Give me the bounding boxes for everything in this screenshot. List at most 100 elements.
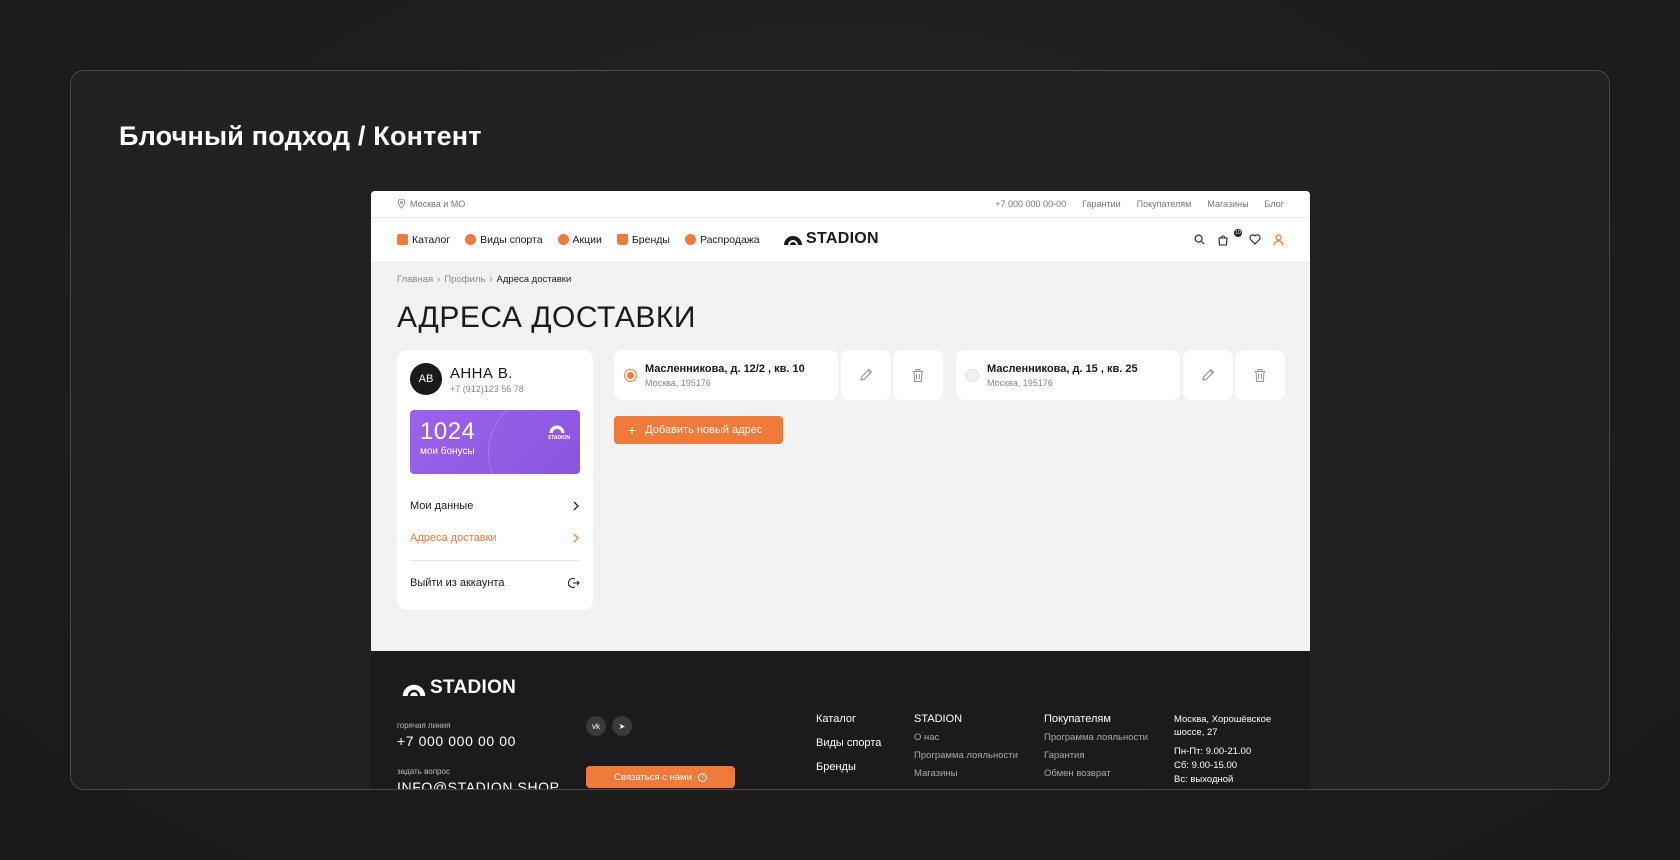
user-name: АННА В. [450, 364, 513, 382]
trash-icon [1254, 368, 1266, 382]
top-link-blog[interactable]: Блог [1265, 199, 1284, 209]
nav-label: Бренды [631, 233, 670, 246]
user-phone: +7 (912)123 56 78 [450, 383, 524, 394]
nav-item-promos[interactable]: Акции [557, 233, 602, 246]
delete-button[interactable] [893, 350, 943, 400]
edit-button[interactable] [1183, 350, 1233, 400]
logo-mark-icon [402, 684, 426, 696]
hours-line: Пн-Пт: 9.00-21.00 [1174, 746, 1252, 757]
logout-icon [568, 577, 580, 589]
contact-button-label: Связаться с нами [614, 771, 692, 783]
footer-link[interactable]: Виды спорта [816, 737, 881, 749]
top-link-buyers[interactable]: Покупателям [1137, 199, 1192, 209]
radio-unselected[interactable] [966, 368, 979, 382]
percent-icon [557, 234, 569, 245]
address-card[interactable]: Масленникова, д. 15 , кв. 25 Москва, 195… [956, 350, 1180, 400]
store-address: Москва, Хорошёвское шоссе, 27 [1174, 714, 1272, 738]
hotline-label: горячая линия [397, 721, 451, 730]
menu-label: Выйти из аккаунта [410, 577, 505, 589]
heart-icon[interactable] [1249, 234, 1261, 245]
address-card[interactable]: Масленникова, д. 12/2 , кв. 10 Москва, 1… [614, 350, 838, 400]
menu-my-data[interactable]: Мои данные [410, 490, 580, 522]
cart-icon[interactable]: 10 [1217, 228, 1242, 246]
footer-logo[interactable]: STADION [401, 677, 516, 699]
footer-logo-text: STADION [430, 677, 517, 698]
footer-link[interactable]: О нас [914, 732, 1018, 743]
nav-label: Акции [572, 233, 602, 246]
top-bar: Москва и МО +7 000 000 00-00 Гарантии По… [371, 191, 1310, 218]
footer-col-heading: Покупателям [1044, 713, 1111, 725]
nav-item-catalog[interactable]: Каталог [397, 234, 450, 246]
bonus-label: мои бонусы [420, 446, 475, 457]
menu-label: Мои данные [410, 500, 474, 512]
menu-label: Адреса доставки [410, 532, 497, 544]
chevron-right-icon [573, 533, 579, 543]
support-email[interactable]: INFO@STADION.SHOP [397, 779, 560, 789]
nav-label: Виды спорта [480, 233, 543, 246]
trash-icon [912, 368, 924, 382]
location-label: Москва и МО [410, 199, 466, 209]
address-title: Масленникова, д. 12/2 , кв. 10 [645, 362, 805, 375]
pin-icon [397, 199, 406, 209]
footer-col-stadion: STADION О нас Программа лояльности Магаз… [914, 713, 1018, 786]
crown-icon [616, 234, 628, 245]
add-address-button[interactable]: + Добавить новый адрес [614, 416, 783, 444]
footer-link[interactable]: Программа лояльности [1044, 732, 1148, 743]
nav-item-sale[interactable]: Распродажа [684, 233, 760, 246]
catalog-icon [397, 234, 408, 245]
delete-button[interactable] [1235, 350, 1285, 400]
footer-link[interactable]: Программа лояльности [914, 750, 1018, 761]
footer-link[interactable]: Каталог [816, 713, 881, 725]
top-link-stores[interactable]: Магазины [1207, 199, 1248, 209]
pencil-icon [1202, 368, 1215, 381]
bonus-value: 1024 [420, 418, 476, 445]
nav-label: Каталог [412, 233, 451, 246]
search-icon[interactable] [1194, 234, 1205, 245]
edit-button[interactable] [841, 350, 891, 400]
address-city: Москва, 195176 [987, 377, 1053, 388]
user-info: АВ АННА В. +7 (912)123 56 78 [410, 363, 580, 395]
address-title: Масленникова, д. 15 , кв. 25 [987, 362, 1138, 375]
chevron-right-icon: › [489, 274, 493, 285]
hours-line: Сб: 9.00-15.00 [1174, 760, 1238, 771]
add-address-label: Добавить новый адрес [645, 424, 763, 436]
bonus-logo: STADION [548, 423, 570, 441]
telegram-icon[interactable]: ➤ [612, 716, 632, 736]
hotline-phone[interactable]: +7 000 000 00 00 [397, 733, 560, 749]
radio-selected[interactable] [624, 368, 637, 382]
footer-link[interactable]: Бренды [816, 761, 881, 773]
hours-line: Вс: выходной [1174, 774, 1234, 785]
user-icon[interactable] [1273, 233, 1284, 246]
menu-addresses[interactable]: Адреса доставки [410, 522, 580, 554]
site-logo[interactable]: STADION [783, 230, 879, 248]
logo-text: STADION [806, 230, 879, 247]
nav-label: Распродажа [699, 233, 760, 246]
profile-card: АВ АННА В. +7 (912)123 56 78 1024 мои бо… [397, 350, 593, 610]
footer-col-buyers: Покупателям Программа лояльности Гаранти… [1044, 713, 1148, 786]
footer-col-catalog: Каталог Виды спорта Бренды [816, 713, 881, 785]
logo-mark-icon [549, 425, 565, 433]
nav-item-sports[interactable]: Виды спорта [465, 233, 543, 246]
contact-us-button[interactable]: Связаться с нами ? [586, 766, 735, 788]
location-selector[interactable]: Москва и МО [397, 199, 465, 209]
footer-link[interactable]: Обмен возврат [1044, 768, 1148, 779]
breadcrumb-home[interactable]: Главная [397, 274, 433, 285]
top-link-phone[interactable]: +7 000 000 00-00 [995, 199, 1066, 209]
footer-link[interactable]: Магазины [914, 768, 1018, 779]
chevron-right-icon: › [437, 274, 441, 285]
footer-link[interactable]: Гарантия [1044, 750, 1148, 761]
breadcrumb-current: Адреса доставки [496, 274, 572, 285]
pencil-icon [860, 368, 873, 381]
avatar: АВ [410, 363, 442, 395]
chevron-right-icon [573, 501, 579, 511]
plus-icon: + [628, 422, 637, 438]
top-link-guarantees[interactable]: Гарантии [1082, 199, 1121, 209]
breadcrumb-profile[interactable]: Профиль [444, 274, 485, 285]
footer: STADION горячая линия +7 000 000 00 00 з… [371, 651, 1310, 789]
nav-item-brands[interactable]: Бренды [616, 233, 670, 246]
vk-icon[interactable]: vk [586, 716, 606, 736]
top-links: +7 000 000 00-00 Гарантии Покупателям Ма… [995, 199, 1284, 209]
bonus-card: 1024 мои бонусы STADION [410, 410, 580, 474]
menu-logout[interactable]: Выйти из аккаунта [410, 567, 580, 599]
footer-col-contacts: Москва, Хорошёвское шоссе, 27 Пн-Пт: 9.0… [1174, 713, 1284, 789]
